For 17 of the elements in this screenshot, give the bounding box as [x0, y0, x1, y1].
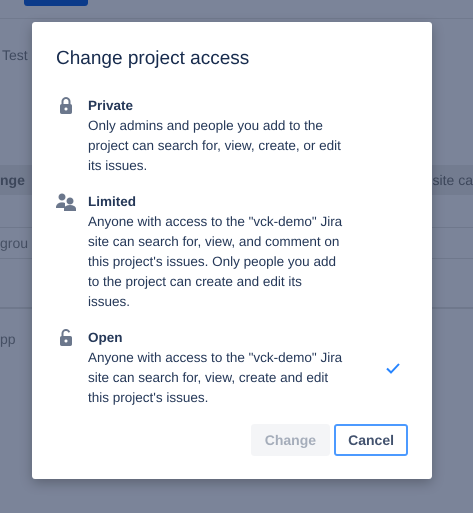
column-header: nge [0, 172, 25, 188]
unlocked-padlock-icon [59, 329, 73, 346]
option-title: Private [88, 97, 134, 115]
people-icon [56, 193, 76, 211]
access-option[interactable]: Open Anyone with access to the "vck-demo" Jira site can search for, view, create and edit this project's issues. [56, 328, 408, 408]
option-description: Anyone with access to the "vck-demo" Jira site can search for, view, and comment on this project's issues. Only people you add to the project can create and edit its issues. [88, 213, 344, 311]
access-option[interactable]: Private Only admins and people you add to the project can search for, view, create, or edit its issues. [56, 96, 408, 176]
padlock-icon [59, 97, 73, 114]
option-title: Limited [88, 193, 138, 211]
option-title: Open [88, 329, 124, 347]
option-description: Only admins and people you add to the project can search for, view, create, or edit its issues. [88, 117, 342, 175]
access-option[interactable]: Limited Anyone with access to the "vck-demo" Jira site can search for, view, and comment on this project's issues. Only people you add to the project can create and edit its issues. [56, 192, 408, 312]
column-header: site ca [432, 172, 473, 188]
page-text: Test [2, 47, 28, 63]
option-description: Anyone with access to the "vck-demo" Jira site can search for, view, create and edit this project's issues. [88, 349, 344, 407]
cancel-button[interactable]: Cancel [334, 424, 408, 456]
dialog-title: Change project access [56, 48, 250, 70]
